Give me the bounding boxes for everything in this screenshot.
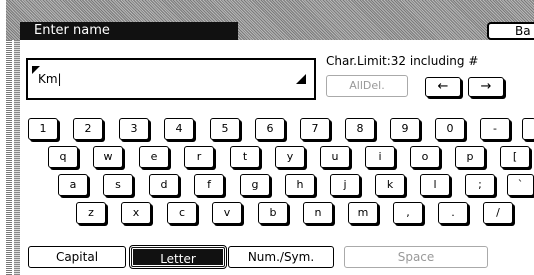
key-3[interactable]: 3 <box>119 118 149 140</box>
key-c[interactable]: c <box>167 202 197 224</box>
key-slash[interactable]: / <box>483 202 513 224</box>
key-9[interactable]: 9 <box>390 118 420 140</box>
key-r[interactable]: r <box>184 146 214 168</box>
corner-triangle-icon <box>296 74 306 84</box>
key-p[interactable]: p <box>455 146 485 168</box>
key-period[interactable]: . <box>438 202 468 224</box>
key-h[interactable]: h <box>285 174 315 196</box>
key-f[interactable]: f <box>194 174 224 196</box>
alldel-button[interactable]: AllDel. <box>326 75 408 97</box>
cursor-right-button[interactable]: → <box>468 77 504 97</box>
key-1[interactable]: 1 <box>28 118 58 140</box>
key-e[interactable]: e <box>139 146 169 168</box>
key-comma[interactable]: , <box>393 202 423 224</box>
key-w[interactable]: w <box>93 146 123 168</box>
key-5[interactable]: 5 <box>210 118 240 140</box>
key-4[interactable]: 4 <box>164 118 194 140</box>
key-0[interactable]: 0 <box>435 118 465 140</box>
key-a[interactable]: a <box>58 174 88 196</box>
name-input[interactable]: Km| <box>26 58 316 100</box>
letter-button[interactable]: Letter <box>129 245 227 269</box>
key-2[interactable]: 2 <box>73 118 103 140</box>
key-k[interactable]: k <box>375 174 405 196</box>
key-v[interactable]: v <box>212 202 242 224</box>
key-bracket[interactable]: [ <box>500 146 530 168</box>
key-u[interactable]: u <box>320 146 350 168</box>
capital-button[interactable]: Capital <box>28 246 126 268</box>
key-s[interactable]: s <box>103 174 133 196</box>
char-limit-label: Char.Limit:32 including # <box>326 54 479 68</box>
page-title: Enter name <box>20 22 238 40</box>
input-value: Km| <box>32 66 62 86</box>
key-y[interactable]: y <box>275 146 305 168</box>
space-button[interactable]: Space <box>344 246 488 268</box>
key-m[interactable]: m <box>348 202 378 224</box>
numsym-button[interactable]: Num./Sym. <box>228 246 334 268</box>
back-button[interactable]: Ba <box>487 22 534 40</box>
key-o[interactable]: o <box>410 146 440 168</box>
key-7[interactable]: 7 <box>300 118 330 140</box>
key-q[interactable]: q <box>48 146 78 168</box>
cursor-left-button[interactable]: ← <box>425 77 461 97</box>
key-minus[interactable]: - <box>480 118 510 140</box>
key-6[interactable]: 6 <box>255 118 285 140</box>
key-x[interactable]: x <box>121 202 151 224</box>
key-b[interactable]: b <box>258 202 288 224</box>
key-partial[interactable] <box>522 118 534 140</box>
key-semicolon[interactable]: ; <box>465 174 495 196</box>
key-n[interactable]: n <box>303 202 333 224</box>
key-8[interactable]: 8 <box>345 118 375 140</box>
key-d[interactable]: d <box>149 174 179 196</box>
key-backtick[interactable]: ` <box>507 174 534 196</box>
sidebar-pattern <box>14 40 20 275</box>
key-g[interactable]: g <box>240 174 270 196</box>
key-l[interactable]: l <box>420 174 450 196</box>
key-i[interactable]: i <box>365 146 395 168</box>
key-z[interactable]: z <box>76 202 106 224</box>
key-t[interactable]: t <box>230 146 260 168</box>
key-j[interactable]: j <box>330 174 360 196</box>
